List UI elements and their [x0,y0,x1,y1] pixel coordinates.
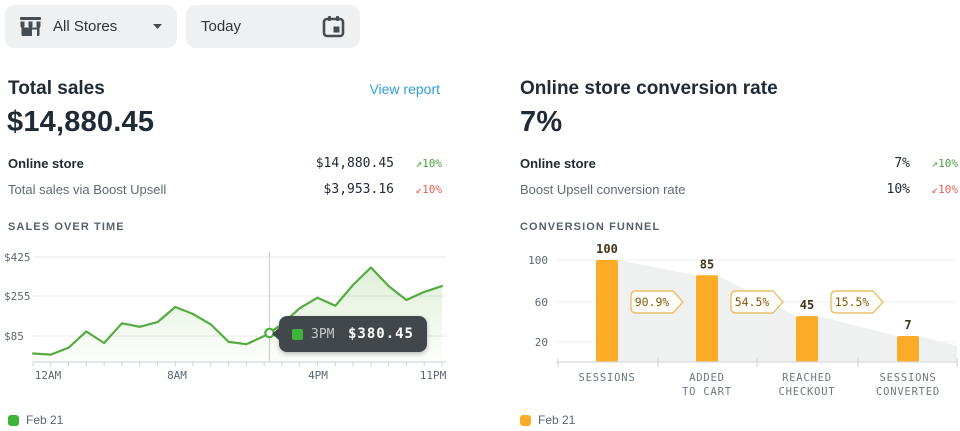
tooltip-value: $380.45 [348,326,414,342]
svg-text:15.5%: 15.5% [835,295,870,309]
svg-text:12AM: 12AM [35,369,62,382]
calendar-icon [322,15,345,38]
funnel-category-labels: SESSIONS ADDED TO CART REACHED CHECKOUT … [579,372,941,398]
tooltip-series-swatch [292,329,303,340]
conversion-badge: 15.5% [831,291,883,313]
sales-over-time-chart[interactable]: $425 $255 $85 12AM 8AM 4PM 11PM [0,243,460,383]
funnel-bar-sessions-converted[interactable] [897,336,919,362]
svg-text:SESSIONS: SESSIONS [880,372,937,384]
svg-text:REACHED: REACHED [782,372,832,384]
svg-text:85: 85 [700,257,714,271]
svg-text:SESSIONS: SESSIONS [579,372,636,384]
storefront-icon [19,16,42,37]
view-report-link[interactable]: View report [352,81,440,97]
svg-text:20: 20 [535,336,548,349]
conversion-rows: Online store 7% ↗10% Boost Upsell conver… [520,153,958,200]
svg-text:7: 7 [904,318,911,332]
svg-text:60: 60 [535,296,548,309]
svg-text:90.9%: 90.9% [635,295,670,309]
analytics-dashboard: All Stores Today Total sales View report… [0,0,960,431]
chart-tooltip: 3PM $380.45 [279,316,427,352]
conversion-funnel-chart[interactable]: 100 60 20 100 85 45 7 90.9% 54.5% [518,243,960,401]
funnel-y-axis-labels: 100 60 20 [528,254,548,349]
svg-text:100: 100 [528,254,548,267]
metric-value: 7% [894,156,910,171]
metric-row-online-store-conversion: Online store 7% ↗10% [520,153,958,174]
conversion-rate-title: Online store conversion rate [520,78,778,100]
legend-swatch-orange [520,415,531,426]
metric-label: Boost Upsell conversion rate [520,182,887,197]
svg-text:$425: $425 [4,251,31,264]
legend-swatch-green [8,415,19,426]
metric-value: 10% [887,182,910,197]
store-selector-label: All Stores [53,18,117,35]
sales-y-axis-labels: $425 $255 $85 [4,251,31,343]
store-selector[interactable]: All Stores [5,5,177,48]
conversion-badge: 90.9% [631,291,683,313]
metric-label: Total sales via Boost Upsell [8,182,324,197]
conversion-badge: 54.5% [731,291,783,313]
svg-text:8AM: 8AM [167,369,187,382]
svg-text:$85: $85 [4,330,24,343]
conversion-rate-value: 7% [520,106,562,139]
sales-legend: Feb 21 [8,413,63,427]
total-sales-rows: Online store $14,880.45 ↗10% Total sales… [8,153,442,200]
metric-delta-up: ↗10% [910,157,958,170]
sales-x-axis-labels: 12AM 8AM 4PM 11PM [35,369,447,382]
chevron-down-icon [152,23,163,30]
funnel-bar-reached-checkout[interactable] [796,316,818,362]
svg-text:ADDED: ADDED [689,372,725,384]
tooltip-time: 3PM [311,327,334,342]
date-range-label: Today [201,18,241,35]
total-sales-value: $14,880.45 [7,106,154,139]
funnel-conversion-badges: 90.9% 54.5% 15.5% [631,291,883,313]
sales-over-time-heading: SALES OVER TIME [8,221,125,233]
metric-label: Online store [8,156,316,171]
svg-text:$255: $255 [4,290,31,303]
metric-row-online-store-sales: Online store $14,880.45 ↗10% [8,153,442,174]
metric-delta-down: ↙10% [394,183,442,196]
svg-text:45: 45 [800,298,814,312]
metric-label: Online store [520,156,894,171]
metric-delta-up: ↗10% [394,157,442,170]
legend-label: Feb 21 [26,413,63,427]
date-range-selector[interactable]: Today [186,5,360,48]
svg-text:CHECKOUT: CHECKOUT [779,386,836,398]
svg-text:100: 100 [596,243,618,256]
total-sales-title: Total sales [8,78,105,100]
metric-row-boost-upsell-conversion: Boost Upsell conversion rate 10% ↙10% [520,179,958,200]
metric-delta-down: ↙10% [910,183,958,196]
svg-text:TO CART: TO CART [682,386,732,398]
metric-value: $14,880.45 [316,156,394,171]
svg-text:54.5%: 54.5% [735,295,770,309]
legend-label: Feb 21 [538,413,575,427]
conversion-funnel-heading: CONVERSION FUNNEL [520,221,660,233]
svg-text:11PM: 11PM [420,369,447,382]
svg-text:CONVERTED: CONVERTED [876,386,940,398]
svg-text:4PM: 4PM [308,369,328,382]
metric-row-boost-upsell-sales: Total sales via Boost Upsell $3,953.16 ↙… [8,179,442,200]
funnel-bar-sessions[interactable] [596,260,618,362]
sales-x-ticks [33,362,442,367]
funnel-legend: Feb 21 [520,413,575,427]
metric-value: $3,953.16 [324,182,394,197]
funnel-bar-added-to-cart[interactable] [696,275,718,362]
